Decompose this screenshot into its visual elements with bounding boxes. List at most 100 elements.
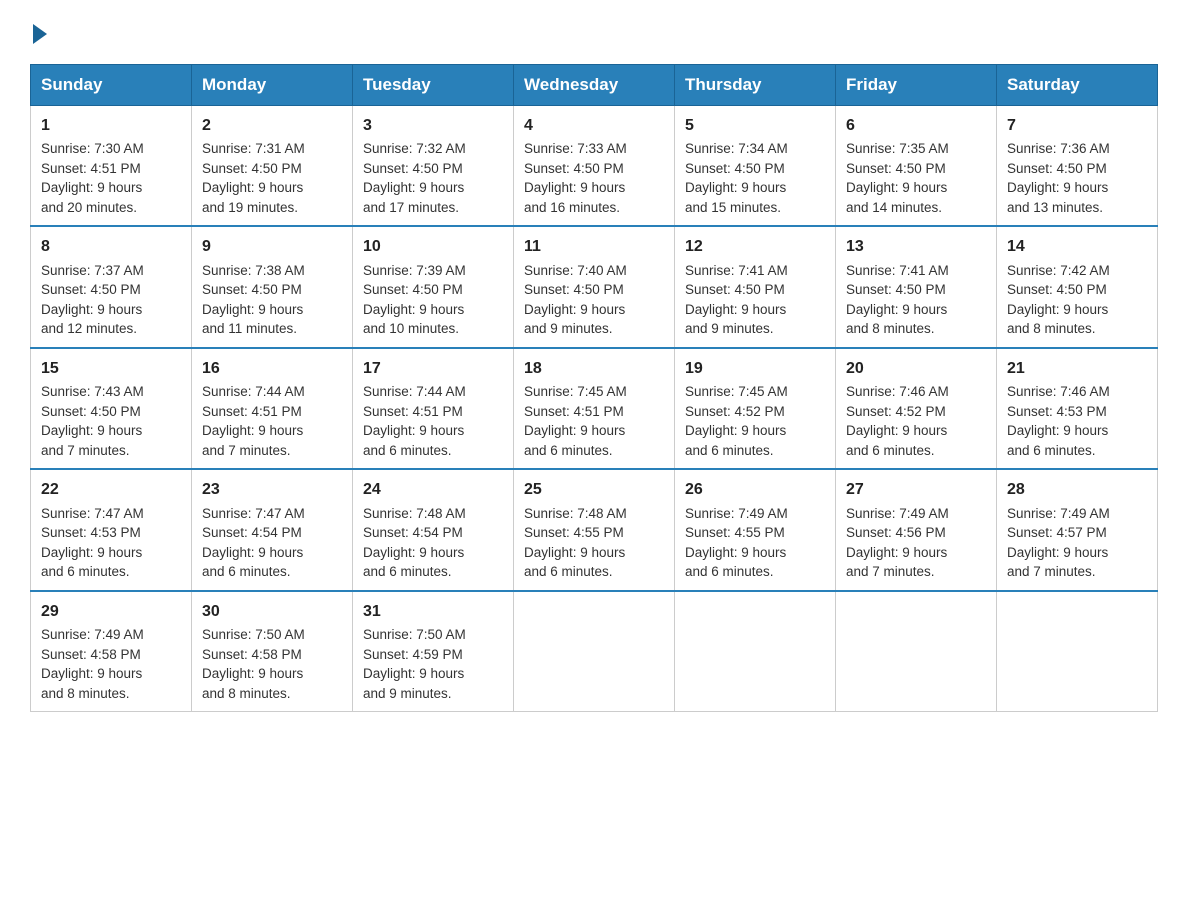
sunset-line: Sunset: 4:50 PM bbox=[685, 161, 785, 176]
day-number: 12 bbox=[685, 235, 825, 258]
day-number: 29 bbox=[41, 600, 181, 623]
sunrise-line: Sunrise: 7:49 AM bbox=[685, 506, 788, 521]
calendar-week-row: 22Sunrise: 7:47 AMSunset: 4:53 PMDayligh… bbox=[31, 469, 1158, 590]
day-number: 26 bbox=[685, 478, 825, 501]
daylight-line: Daylight: 9 hours bbox=[363, 302, 464, 317]
daylight-line: Daylight: 9 hours bbox=[202, 666, 303, 681]
daylight-minutes: and 9 minutes. bbox=[685, 321, 774, 336]
day-number: 22 bbox=[41, 478, 181, 501]
sunset-line: Sunset: 4:50 PM bbox=[846, 282, 946, 297]
weekday-header-thursday: Thursday bbox=[675, 65, 836, 106]
daylight-line: Daylight: 9 hours bbox=[41, 180, 142, 195]
weekday-header-wednesday: Wednesday bbox=[514, 65, 675, 106]
daylight-line: Daylight: 9 hours bbox=[524, 423, 625, 438]
sunset-line: Sunset: 4:50 PM bbox=[846, 161, 946, 176]
daylight-line: Daylight: 9 hours bbox=[524, 302, 625, 317]
daylight-minutes: and 7 minutes. bbox=[846, 564, 935, 579]
calendar-cell: 18Sunrise: 7:45 AMSunset: 4:51 PMDayligh… bbox=[514, 348, 675, 469]
day-number: 5 bbox=[685, 114, 825, 137]
sunset-line: Sunset: 4:50 PM bbox=[202, 282, 302, 297]
daylight-minutes: and 12 minutes. bbox=[41, 321, 137, 336]
sunset-line: Sunset: 4:50 PM bbox=[363, 161, 463, 176]
day-number: 20 bbox=[846, 357, 986, 380]
calendar-cell: 30Sunrise: 7:50 AMSunset: 4:58 PMDayligh… bbox=[192, 591, 353, 712]
calendar-week-row: 29Sunrise: 7:49 AMSunset: 4:58 PMDayligh… bbox=[31, 591, 1158, 712]
calendar-cell: 14Sunrise: 7:42 AMSunset: 4:50 PMDayligh… bbox=[997, 226, 1158, 347]
daylight-minutes: and 8 minutes. bbox=[202, 686, 291, 701]
daylight-line: Daylight: 9 hours bbox=[202, 302, 303, 317]
calendar-cell: 2Sunrise: 7:31 AMSunset: 4:50 PMDaylight… bbox=[192, 106, 353, 227]
sunset-line: Sunset: 4:54 PM bbox=[202, 525, 302, 540]
daylight-minutes: and 8 minutes. bbox=[846, 321, 935, 336]
calendar-cell: 25Sunrise: 7:48 AMSunset: 4:55 PMDayligh… bbox=[514, 469, 675, 590]
daylight-line: Daylight: 9 hours bbox=[41, 423, 142, 438]
sunrise-line: Sunrise: 7:42 AM bbox=[1007, 263, 1110, 278]
sunrise-line: Sunrise: 7:46 AM bbox=[846, 384, 949, 399]
daylight-minutes: and 19 minutes. bbox=[202, 200, 298, 215]
daylight-minutes: and 9 minutes. bbox=[524, 321, 613, 336]
sunrise-line: Sunrise: 7:49 AM bbox=[1007, 506, 1110, 521]
daylight-minutes: and 6 minutes. bbox=[41, 564, 130, 579]
daylight-line: Daylight: 9 hours bbox=[41, 302, 142, 317]
calendar-week-row: 1Sunrise: 7:30 AMSunset: 4:51 PMDaylight… bbox=[31, 106, 1158, 227]
sunset-line: Sunset: 4:55 PM bbox=[685, 525, 785, 540]
calendar-week-row: 15Sunrise: 7:43 AMSunset: 4:50 PMDayligh… bbox=[31, 348, 1158, 469]
calendar-cell: 16Sunrise: 7:44 AMSunset: 4:51 PMDayligh… bbox=[192, 348, 353, 469]
logo-triangle-icon bbox=[33, 24, 47, 44]
sunset-line: Sunset: 4:50 PM bbox=[41, 404, 141, 419]
daylight-minutes: and 6 minutes. bbox=[363, 443, 452, 458]
day-number: 24 bbox=[363, 478, 503, 501]
daylight-minutes: and 8 minutes. bbox=[41, 686, 130, 701]
sunset-line: Sunset: 4:50 PM bbox=[524, 282, 624, 297]
daylight-line: Daylight: 9 hours bbox=[363, 423, 464, 438]
calendar-cell: 11Sunrise: 7:40 AMSunset: 4:50 PMDayligh… bbox=[514, 226, 675, 347]
sunset-line: Sunset: 4:52 PM bbox=[685, 404, 785, 419]
weekday-header-friday: Friday bbox=[836, 65, 997, 106]
calendar-cell bbox=[836, 591, 997, 712]
day-number: 30 bbox=[202, 600, 342, 623]
daylight-line: Daylight: 9 hours bbox=[685, 302, 786, 317]
calendar-cell: 21Sunrise: 7:46 AMSunset: 4:53 PMDayligh… bbox=[997, 348, 1158, 469]
sunrise-line: Sunrise: 7:45 AM bbox=[524, 384, 627, 399]
sunrise-line: Sunrise: 7:40 AM bbox=[524, 263, 627, 278]
day-number: 28 bbox=[1007, 478, 1147, 501]
daylight-minutes: and 16 minutes. bbox=[524, 200, 620, 215]
calendar-cell: 24Sunrise: 7:48 AMSunset: 4:54 PMDayligh… bbox=[353, 469, 514, 590]
sunrise-line: Sunrise: 7:48 AM bbox=[363, 506, 466, 521]
sunset-line: Sunset: 4:51 PM bbox=[363, 404, 463, 419]
sunset-line: Sunset: 4:51 PM bbox=[41, 161, 141, 176]
daylight-minutes: and 20 minutes. bbox=[41, 200, 137, 215]
daylight-minutes: and 6 minutes. bbox=[685, 443, 774, 458]
daylight-line: Daylight: 9 hours bbox=[1007, 180, 1108, 195]
sunrise-line: Sunrise: 7:32 AM bbox=[363, 141, 466, 156]
weekday-header-sunday: Sunday bbox=[31, 65, 192, 106]
daylight-line: Daylight: 9 hours bbox=[524, 545, 625, 560]
calendar-cell: 17Sunrise: 7:44 AMSunset: 4:51 PMDayligh… bbox=[353, 348, 514, 469]
day-number: 3 bbox=[363, 114, 503, 137]
day-number: 8 bbox=[41, 235, 181, 258]
daylight-minutes: and 6 minutes. bbox=[846, 443, 935, 458]
day-number: 15 bbox=[41, 357, 181, 380]
calendar-cell: 6Sunrise: 7:35 AMSunset: 4:50 PMDaylight… bbox=[836, 106, 997, 227]
daylight-line: Daylight: 9 hours bbox=[202, 545, 303, 560]
calendar-cell: 5Sunrise: 7:34 AMSunset: 4:50 PMDaylight… bbox=[675, 106, 836, 227]
sunrise-line: Sunrise: 7:44 AM bbox=[363, 384, 466, 399]
day-number: 10 bbox=[363, 235, 503, 258]
day-number: 18 bbox=[524, 357, 664, 380]
calendar-cell: 4Sunrise: 7:33 AMSunset: 4:50 PMDaylight… bbox=[514, 106, 675, 227]
daylight-line: Daylight: 9 hours bbox=[846, 180, 947, 195]
calendar-cell: 7Sunrise: 7:36 AMSunset: 4:50 PMDaylight… bbox=[997, 106, 1158, 227]
day-number: 2 bbox=[202, 114, 342, 137]
sunset-line: Sunset: 4:56 PM bbox=[846, 525, 946, 540]
day-number: 9 bbox=[202, 235, 342, 258]
sunset-line: Sunset: 4:58 PM bbox=[41, 647, 141, 662]
daylight-minutes: and 6 minutes. bbox=[524, 443, 613, 458]
sunset-line: Sunset: 4:57 PM bbox=[1007, 525, 1107, 540]
day-number: 19 bbox=[685, 357, 825, 380]
daylight-minutes: and 6 minutes. bbox=[363, 564, 452, 579]
daylight-minutes: and 6 minutes. bbox=[1007, 443, 1096, 458]
sunrise-line: Sunrise: 7:46 AM bbox=[1007, 384, 1110, 399]
day-number: 23 bbox=[202, 478, 342, 501]
sunset-line: Sunset: 4:50 PM bbox=[41, 282, 141, 297]
sunrise-line: Sunrise: 7:38 AM bbox=[202, 263, 305, 278]
